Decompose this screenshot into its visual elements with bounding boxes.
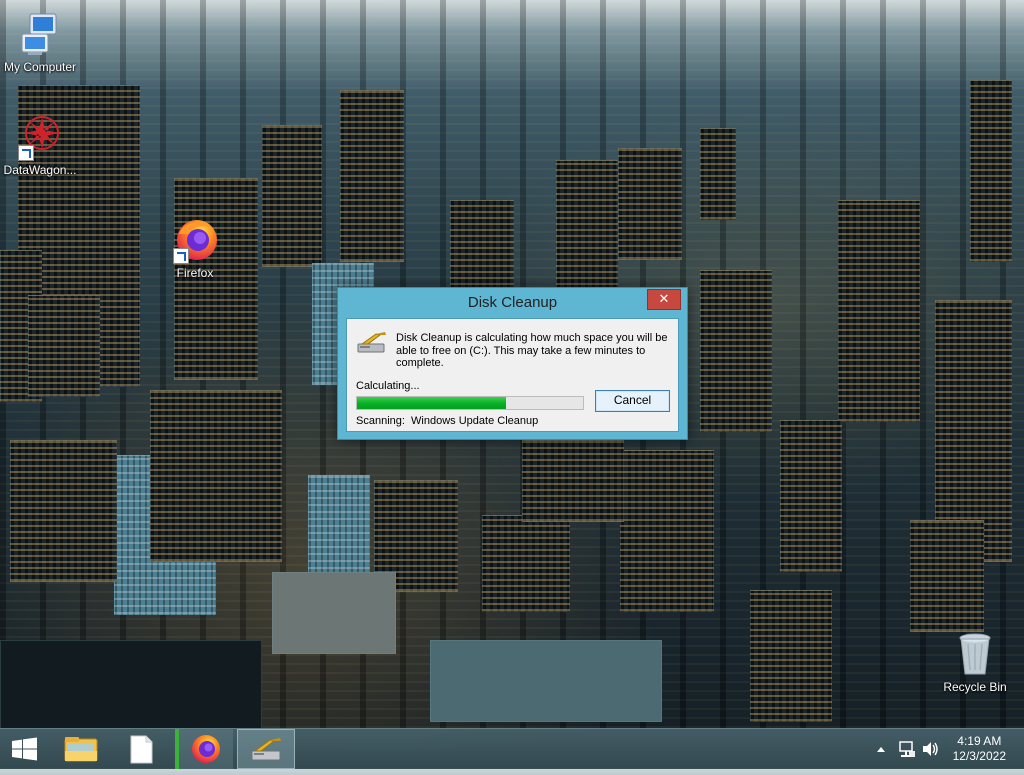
network-icon xyxy=(899,741,915,757)
dialog-title: Disk Cleanup xyxy=(467,294,558,311)
wallpaper-building xyxy=(522,440,624,522)
progress-fill xyxy=(357,397,507,409)
windows-logo-icon xyxy=(12,737,37,761)
wallpaper-building xyxy=(838,200,920,422)
chevron-up-icon xyxy=(877,747,885,752)
tray-clock[interactable]: 4:19 AM 12/3/2022 xyxy=(953,734,1006,764)
dialog-message: Disk Cleanup is calculating how much spa… xyxy=(396,332,668,369)
wallpaper-building xyxy=(750,590,832,722)
volume-tray-button[interactable] xyxy=(920,729,940,769)
taskbar-file-explorer[interactable] xyxy=(52,729,110,769)
wallpaper-building xyxy=(780,420,842,572)
recycle-bin-icon xyxy=(951,630,999,678)
wallpaper-building xyxy=(618,148,682,260)
show-hidden-icons-button[interactable] xyxy=(876,729,886,769)
disk-cleanup-dialog: Disk Cleanup ✕ Disk Cleanup is calculati… xyxy=(337,287,688,440)
wallpaper-building xyxy=(482,515,570,612)
firefox-icon xyxy=(171,216,219,264)
disk-cleanup-icon xyxy=(356,332,388,354)
wallpaper-building xyxy=(700,128,736,220)
wallpaper-building xyxy=(430,640,662,722)
wallpaper-building xyxy=(970,80,1012,262)
firefox-icon xyxy=(192,735,220,763)
wallpaper-building xyxy=(262,125,322,267)
wallpaper-building xyxy=(620,450,714,612)
desktop-icon-label: Recycle Bin xyxy=(943,680,1007,694)
datawagon-icon xyxy=(16,113,64,161)
taskbar-disk-cleanup[interactable] xyxy=(237,729,295,769)
computer-icon xyxy=(16,10,64,58)
wallpaper-building xyxy=(28,295,100,397)
wallpaper-building xyxy=(450,200,514,292)
taskbar-firefox[interactable] xyxy=(175,729,233,769)
taskbar: 4:19 AM 12/3/2022 xyxy=(0,728,1024,769)
folder-icon xyxy=(64,737,98,762)
wallpaper-building xyxy=(700,270,772,432)
cancel-button[interactable]: Cancel xyxy=(595,390,670,412)
network-tray-button[interactable] xyxy=(896,729,918,769)
desktop-icon-label: Firefox xyxy=(176,266,214,280)
scanning-status: Scanning: Windows Update Cleanup xyxy=(356,415,539,427)
clock-date: 12/3/2022 xyxy=(952,749,1006,763)
desktop-icon-firefox[interactable]: Firefox xyxy=(155,216,235,280)
clock-time: 4:19 AM xyxy=(957,734,1002,748)
wallpaper-building xyxy=(10,440,117,582)
wallpaper-building xyxy=(340,90,404,262)
desktop-icon-recycle-bin[interactable]: Recycle Bin xyxy=(935,630,1015,694)
wallpaper-building xyxy=(0,640,262,728)
taskbar-document[interactable] xyxy=(112,729,170,769)
wallpaper-building xyxy=(556,160,618,292)
desktop-icon-label: My Computer xyxy=(3,60,77,74)
speaker-icon xyxy=(923,742,938,756)
close-button[interactable]: ✕ xyxy=(647,289,681,310)
calculating-label: Calculating... xyxy=(356,380,420,392)
document-icon xyxy=(130,735,153,764)
close-icon: ✕ xyxy=(658,291,670,306)
dialog-body: Disk Cleanup is calculating how much spa… xyxy=(346,318,679,432)
desktop-icon-my-computer[interactable]: My Computer xyxy=(0,10,80,74)
disk-cleanup-icon xyxy=(251,738,281,761)
wallpaper-building xyxy=(150,390,282,562)
desktop-icon-datawagon[interactable]: DataWagon... xyxy=(0,113,80,177)
shortcut-arrow-icon xyxy=(18,145,34,161)
start-button[interactable] xyxy=(0,729,50,769)
desktop-icon-label: DataWagon... xyxy=(3,163,77,177)
progress-bar xyxy=(356,396,584,410)
wallpaper-building xyxy=(308,475,370,577)
wallpaper-building xyxy=(272,572,396,654)
wallpaper-building xyxy=(910,520,984,632)
shortcut-arrow-icon xyxy=(173,248,189,264)
